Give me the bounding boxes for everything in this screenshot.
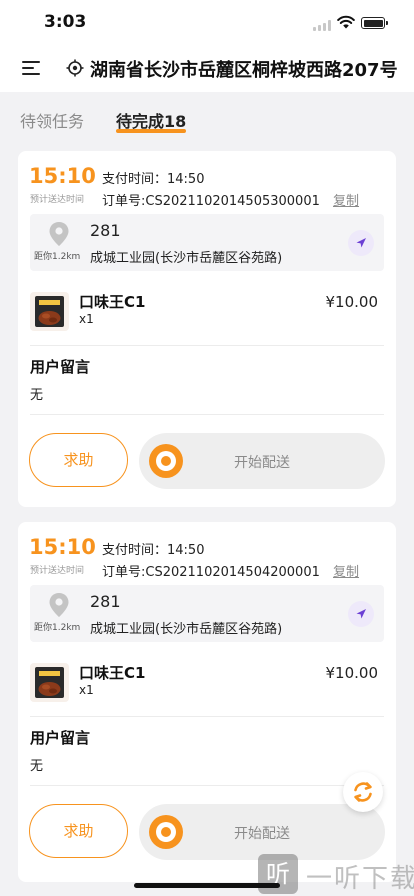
- refresh-button[interactable]: [343, 772, 383, 812]
- start-delivery-slider[interactable]: 开始配送: [139, 433, 385, 489]
- help-button[interactable]: 求助: [29, 433, 128, 487]
- order-card: 15:10 预计送达时间 支付时间：14:50 订单号:CS2021102014…: [18, 151, 396, 507]
- menu-icon[interactable]: [22, 60, 40, 76]
- address-street: 成城工业园(长沙市岳麓区谷苑路): [90, 251, 283, 266]
- eta-time: 15:10: [29, 164, 96, 188]
- divider: [30, 414, 384, 415]
- distance-label: 距你1.2km: [34, 623, 81, 633]
- battery-icon: [361, 17, 388, 29]
- address-number: 281: [90, 592, 121, 611]
- product-quantity: x1: [79, 683, 94, 697]
- location-target-icon: [66, 59, 84, 77]
- copy-order-number-link[interactable]: 复制: [333, 561, 359, 580]
- status-time: 3:03: [44, 12, 87, 32]
- remark-text: 无: [30, 388, 44, 403]
- product-quantity: x1: [79, 312, 94, 326]
- refresh-icon: [354, 782, 372, 802]
- delivery-address: 距你1.2km 281 成城工业园(长沙市岳麓区谷苑路): [30, 585, 384, 642]
- order-number: 订单号:CS2021102014505300001: [102, 194, 320, 209]
- product-price: ¥10.00: [325, 664, 379, 682]
- pay-time: 支付时间：14:50: [102, 543, 205, 558]
- product-image: [30, 292, 69, 331]
- map-pin-icon: [49, 593, 69, 617]
- top-bar: 湖南省长沙市岳麓区桐梓坡西路207号: [0, 44, 414, 92]
- order-number: 订单号:CS2021102014504200001: [102, 565, 320, 580]
- navigation-arrow-icon: [356, 238, 366, 248]
- cellular-signal-icon: [313, 20, 331, 31]
- slider-label: 开始配送: [234, 826, 290, 842]
- remark-text: 无: [30, 759, 44, 774]
- order-card: 15:10 预计送达时间 支付时间：14:50 订单号:CS2021102014…: [18, 522, 396, 882]
- remark-title: 用户留言: [30, 729, 91, 747]
- watermark-text: 一听下载: [306, 864, 414, 894]
- help-button[interactable]: 求助: [29, 804, 128, 858]
- order-tabs: 待领任务 待完成18: [0, 92, 414, 142]
- eta-label: 预计送达时间: [30, 566, 85, 576]
- pay-time: 支付时间：14:50: [102, 172, 205, 187]
- address-street: 成城工业园(长沙市岳麓区谷苑路): [90, 622, 283, 637]
- product-name: 口味王C1: [79, 664, 146, 682]
- status-bar: 3:03: [0, 0, 414, 44]
- divider: [30, 345, 384, 346]
- product-price: ¥10.00: [325, 293, 379, 311]
- remark-title: 用户留言: [30, 358, 91, 376]
- delivery-address: 距你1.2km 281 成城工业园(长沙市岳麓区谷苑路): [30, 214, 384, 271]
- tab-pending-tasks[interactable]: 待领任务: [20, 108, 84, 132]
- navigate-button[interactable]: [348, 601, 374, 627]
- watermark: 听 一听下载: [258, 852, 414, 896]
- active-tab-indicator: [116, 129, 186, 133]
- watermark-logo: 听: [258, 854, 298, 894]
- home-indicator[interactable]: [134, 883, 280, 888]
- divider: [30, 785, 384, 786]
- distance-label: 距你1.2km: [34, 252, 81, 262]
- eta-time: 15:10: [29, 535, 96, 559]
- eta-label: 预计送达时间: [30, 195, 85, 205]
- product-image: [30, 663, 69, 702]
- wifi-icon: [337, 15, 355, 29]
- map-pin-icon: [49, 222, 69, 246]
- divider: [30, 716, 384, 717]
- navigate-button[interactable]: [348, 230, 374, 256]
- current-location[interactable]: 湖南省长沙市岳麓区桐梓坡西路207号: [90, 56, 398, 82]
- product-name: 口味王C1: [79, 293, 146, 311]
- slider-label: 开始配送: [234, 455, 290, 471]
- navigation-arrow-icon: [356, 609, 366, 619]
- address-number: 281: [90, 221, 121, 240]
- copy-order-number-link[interactable]: 复制: [333, 190, 359, 209]
